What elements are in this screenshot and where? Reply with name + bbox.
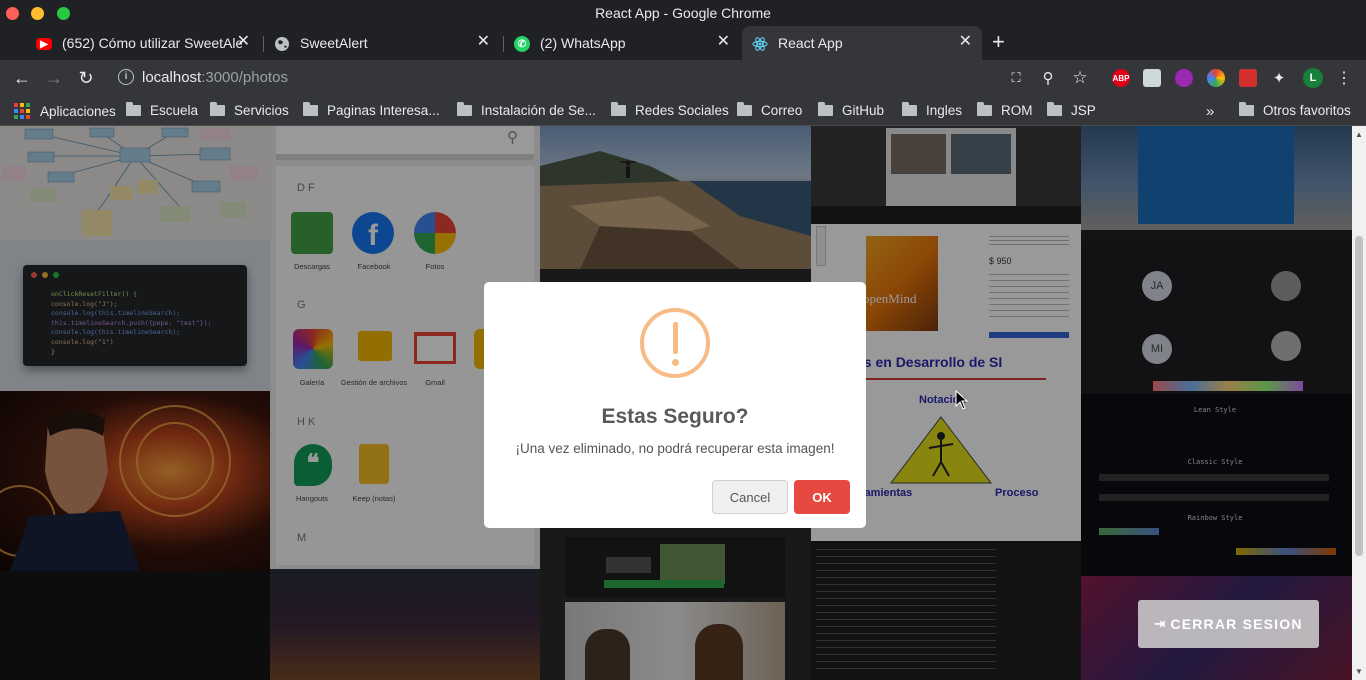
bookmark-folder[interactable]: Paginas Interesa... [303,102,440,118]
purple-extension-icon[interactable] [1175,69,1193,87]
bookmark-star-icon[interactable]: ☆ [1068,66,1092,90]
logout-label: CERRAR SESION [1170,616,1303,632]
folder-icon [818,102,833,116]
window-title: React App - Google Chrome [595,5,771,21]
window-titlebar: React App - Google Chrome [0,0,1366,26]
tab-sweetalert[interactable]: SweetAlert ✕ [264,26,500,60]
dialog-message: ¡Una vez eliminado, no podrá recuperar e… [515,441,835,456]
translate-icon[interactable]: ⛶ [1004,66,1028,90]
close-icon[interactable]: ✕ [477,34,490,50]
folder-icon [457,102,472,116]
reload-icon[interactable]: ↻ [74,66,98,90]
bookmark-other-folder[interactable]: Otros favoritos [1239,102,1351,118]
tab-strip: ▶ (652) Cómo utilizar SweetAlert ✕ Sweet… [0,26,1366,60]
logout-icon: ⇥ [1154,616,1167,631]
close-icon[interactable]: ✕ [717,34,730,50]
address-bar[interactable]: i localhost:3000/photos [108,64,1108,92]
tab-label: React App [778,35,843,51]
folder-icon [126,102,141,116]
react-icon [752,36,768,52]
scroll-down-icon[interactable]: ▼ [1355,667,1363,676]
youtube-icon: ▶ [36,38,52,50]
folder-icon [210,102,225,116]
folder-icon [611,102,626,116]
dialog-title: Estas Seguro? [601,405,749,428]
forward-icon[interactable]: → [42,66,66,90]
chevron-more-icon[interactable]: » [1206,103,1214,120]
info-icon[interactable]: i [118,69,134,85]
folder-icon [977,102,992,116]
scroll-up-icon[interactable]: ▲ [1355,130,1363,139]
whatsapp-icon: ✆ [514,36,530,52]
tab-whatsapp[interactable]: ✆ (2) WhatsApp ✕ [504,26,740,60]
new-tab-icon[interactable]: + [992,30,1005,54]
scroll-thumb[interactable] [1355,236,1363,556]
warning-icon [640,308,710,378]
tab-label: SweetAlert [300,35,368,51]
bookmark-folder[interactable]: Correo [737,102,802,118]
adblock-icon[interactable]: ABP [1112,69,1130,87]
zoom-icon[interactable]: ⚲ [1036,66,1060,90]
bookmark-folder[interactable]: GitHub [818,102,884,118]
bookmark-folder[interactable]: Escuela [126,102,198,118]
bookmarks-bar: Aplicaciones Escuela Servicios Paginas I… [0,96,1366,126]
ok-button[interactable]: OK [794,480,850,514]
folder-icon [1239,102,1254,116]
cube-extension-icon[interactable] [1143,69,1161,87]
logout-button[interactable]: ⇥ CERRAR SESION [1138,600,1319,648]
tab-youtube[interactable]: ▶ (652) Cómo utilizar SweetAlert ✕ [26,26,260,60]
page-scrollbar[interactable]: ▲ ▼ [1352,126,1366,680]
bookmark-folder[interactable]: JSP [1047,102,1096,118]
mouse-cursor-icon [955,390,969,410]
url-text: localhost:3000/photos [142,69,288,86]
tab-label: (2) WhatsApp [540,35,626,51]
bookmark-folder[interactable]: Ingles [902,102,962,118]
bookmark-apps[interactable]: Aplicaciones [14,103,116,119]
tab-label: (652) Cómo utilizar SweetAlert [62,35,242,51]
globe-icon [274,36,290,52]
cancel-button[interactable]: Cancel [712,480,788,514]
folder-icon [1047,102,1062,116]
confirm-dialog: Estas Seguro? ¡Una vez eliminado, no pod… [484,282,866,528]
menu-kebab-icon[interactable]: ⋮ [1332,66,1356,90]
folder-icon [737,102,752,116]
red-extension-icon[interactable] [1239,69,1257,87]
profile-avatar[interactable]: L [1303,68,1323,88]
puzzle-extensions-icon[interactable]: ✦ [1267,66,1291,90]
apps-grid-icon [14,103,30,119]
bookmark-folder[interactable]: ROM [977,102,1033,118]
bookmark-folder[interactable]: Servicios [210,102,289,118]
close-icon[interactable]: ✕ [237,34,250,50]
browser-toolbar: ← → ↻ i localhost:3000/photos ⛶ ⚲ ☆ ABP … [0,60,1366,96]
bookmark-folder[interactable]: Instalación de Se... [457,102,596,118]
close-icon[interactable]: ✕ [959,34,972,50]
tab-react-app[interactable]: React App ✕ [742,26,982,60]
folder-icon [902,102,917,116]
color-extension-icon[interactable] [1207,69,1225,87]
bookmark-folder[interactable]: Redes Sociales [611,102,729,118]
back-icon[interactable]: ← [10,66,34,90]
folder-icon [303,102,318,116]
